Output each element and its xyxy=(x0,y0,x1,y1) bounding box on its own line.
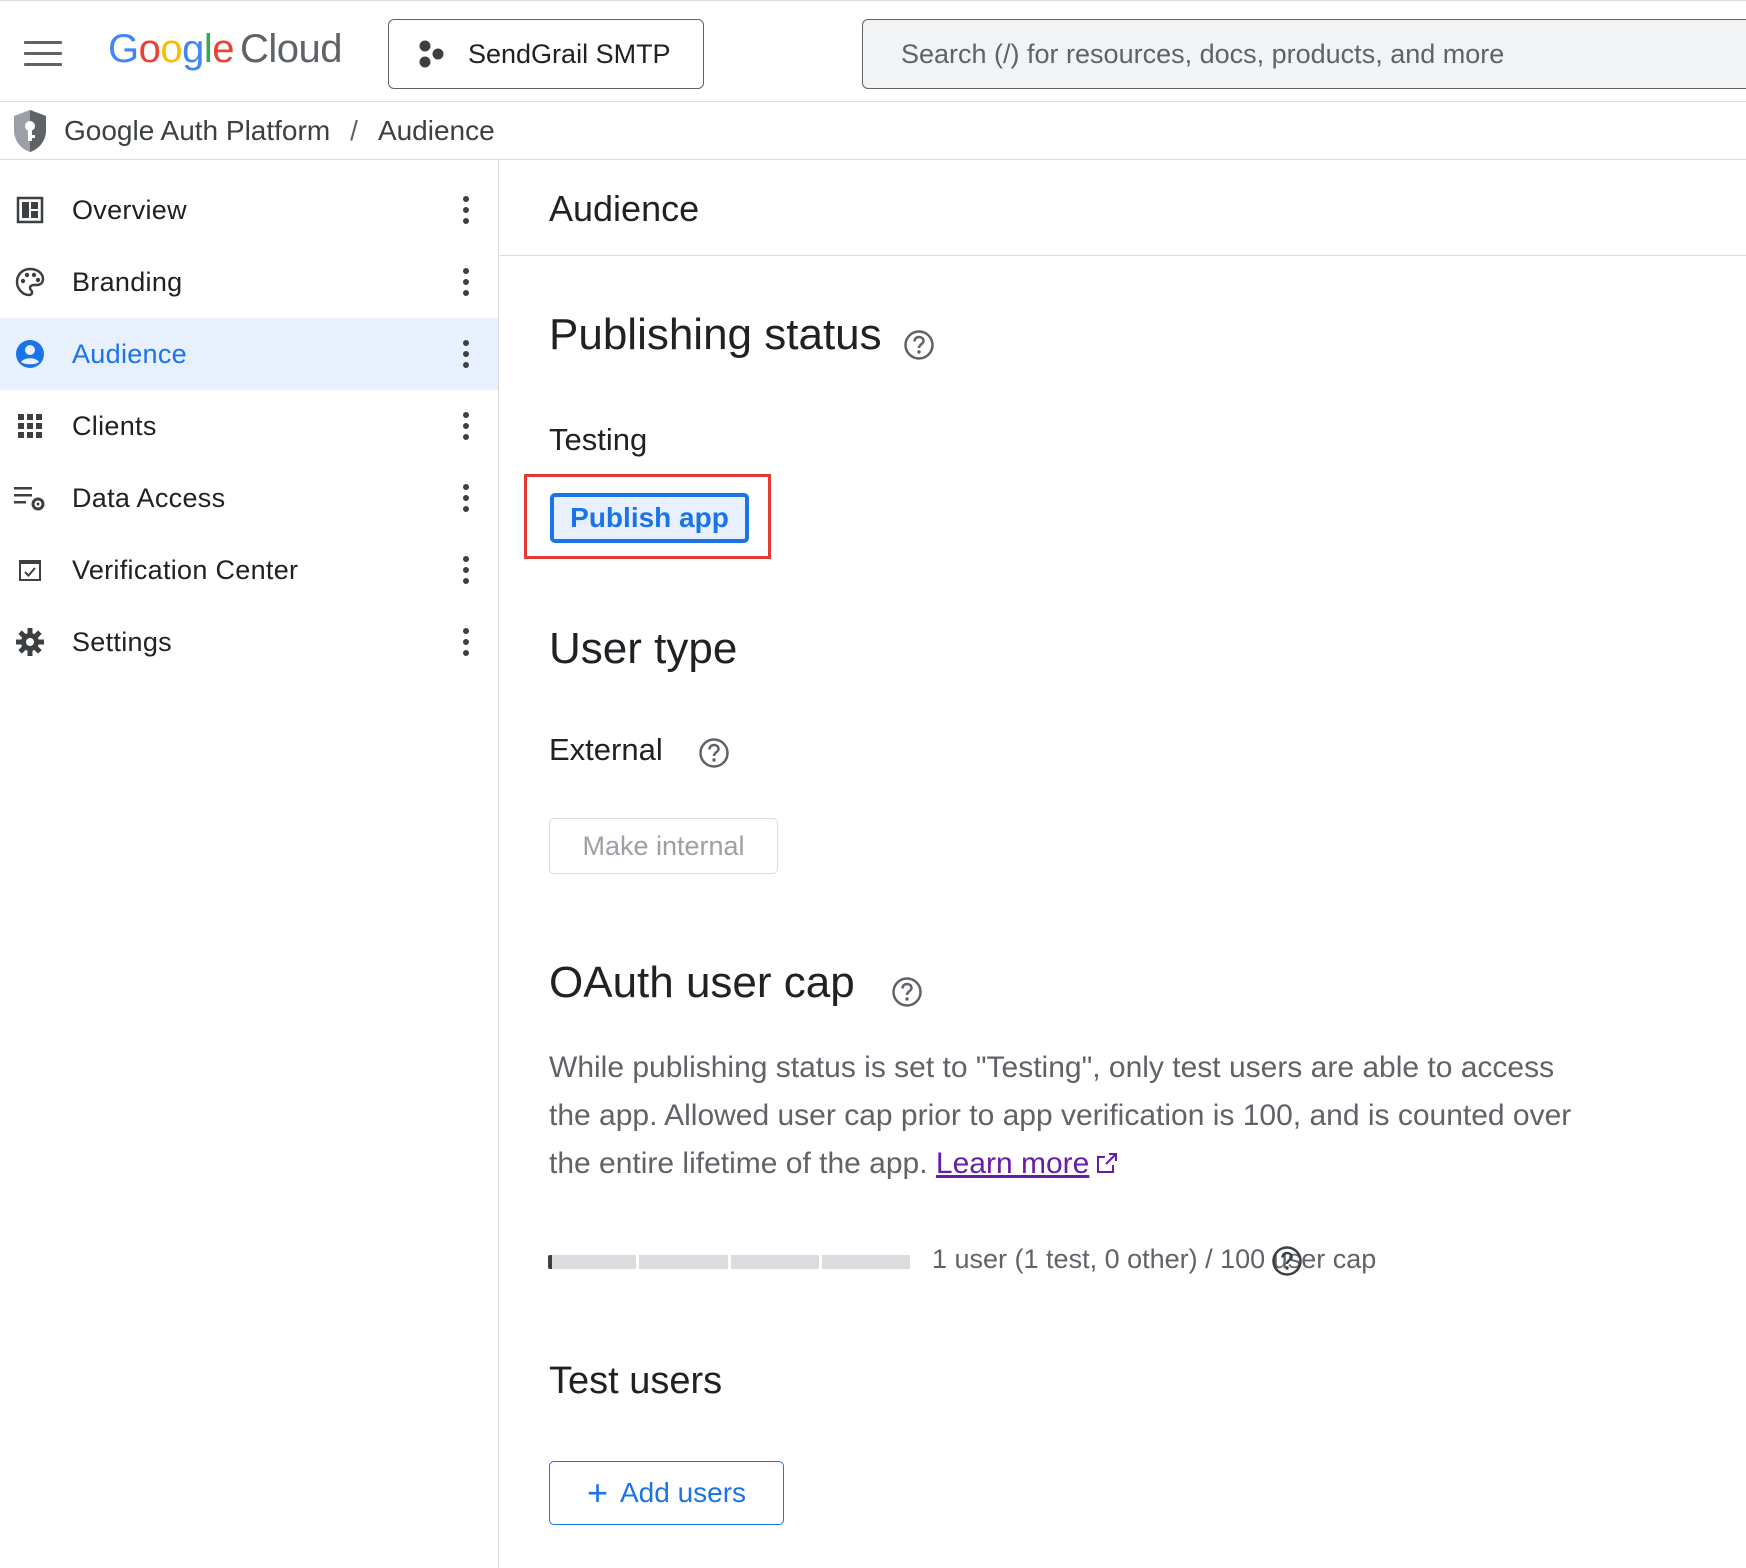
breadcrumb-product[interactable]: Google Auth Platform xyxy=(64,115,330,147)
project-hexagons-icon xyxy=(419,40,444,68)
user-type-heading: User type xyxy=(549,624,738,673)
project-name: SendGrail SMTP xyxy=(468,38,671,69)
make-internal-button[interactable]: Make internal xyxy=(549,818,778,874)
user-type-value: External xyxy=(549,732,663,767)
main-content: Audience Publishing status Testing Publi… xyxy=(500,160,1746,1568)
oauth-user-cap-heading: OAuth user cap xyxy=(549,958,855,1007)
search-input[interactable] xyxy=(862,19,1746,89)
dashboard-icon xyxy=(14,194,46,226)
add-users-button[interactable]: + Add users xyxy=(549,1461,784,1525)
sidebar: Overview Branding Audience Clients Data … xyxy=(0,160,499,1568)
page-header: Audience xyxy=(500,160,1746,256)
sidebar-item-label: Settings xyxy=(72,626,172,657)
sidebar-item-label: Overview xyxy=(72,194,187,225)
palette-icon xyxy=(14,266,46,298)
help-icon[interactable] xyxy=(891,976,923,1008)
sidebar-item-overview[interactable]: Overview xyxy=(0,174,498,246)
more-vert-icon[interactable] xyxy=(456,196,476,228)
user-cap-usage-text: 1 user (1 test, 0 other) / 100 user cap xyxy=(932,1244,1377,1274)
list-settings-icon xyxy=(14,482,46,514)
google-cloud-logo[interactable]: Google Cloud xyxy=(108,27,343,72)
test-users-heading: Test users xyxy=(549,1360,723,1402)
sidebar-item-clients[interactable]: Clients xyxy=(0,390,498,462)
breadcrumb-separator: / xyxy=(350,114,358,146)
learn-more-link[interactable]: Learn more xyxy=(936,1147,1089,1180)
sidebar-item-audience[interactable]: Audience xyxy=(0,318,498,390)
sidebar-item-branding[interactable]: Branding xyxy=(0,246,498,318)
learn-more-text: Learn more xyxy=(935,1147,1090,1180)
logo-cloud-text: Cloud xyxy=(240,27,343,71)
gear-icon xyxy=(14,626,46,658)
open-in-new-icon xyxy=(1097,1153,1118,1173)
sidebar-item-data-access[interactable]: Data Access xyxy=(0,462,498,534)
page-title: Audience xyxy=(549,188,700,229)
publishing-status-heading: Publishing status xyxy=(549,310,882,359)
top-app-bar: Google Cloud SendGrail SMTP xyxy=(0,0,1746,102)
more-vert-icon[interactable] xyxy=(456,268,476,300)
more-vert-icon[interactable] xyxy=(456,484,476,516)
shield-key-icon xyxy=(14,109,46,152)
help-icon[interactable] xyxy=(698,737,730,769)
sidebar-item-verification-center[interactable]: Verification Center xyxy=(0,534,498,606)
breadcrumb-current[interactable]: Audience xyxy=(378,115,495,147)
help-icon[interactable] xyxy=(903,329,935,361)
breadcrumb: Google Auth Platform / Audience xyxy=(0,102,1746,160)
more-vert-icon[interactable] xyxy=(456,628,476,660)
help-icon[interactable] xyxy=(1271,1245,1303,1277)
user-cap-progress-bar xyxy=(548,1255,910,1269)
more-vert-icon[interactable] xyxy=(456,412,476,444)
publishing-status-value: Testing xyxy=(549,422,648,457)
user-cap-progress-fill xyxy=(548,1255,552,1269)
sidebar-item-label: Verification Center xyxy=(72,554,299,585)
sidebar-item-label: Clients xyxy=(72,410,157,441)
logo-google-text: Google xyxy=(108,27,235,71)
add-icon: + xyxy=(586,1472,608,1513)
project-picker-button[interactable]: SendGrail SMTP xyxy=(388,19,704,89)
sidebar-item-label: Audience xyxy=(72,338,187,369)
publish-app-button[interactable]: Publish app xyxy=(550,493,749,543)
apps-grid-icon xyxy=(14,410,46,442)
sidebar-item-label: Branding xyxy=(72,266,183,297)
sidebar-item-settings[interactable]: Settings xyxy=(0,606,498,678)
account-circle-icon xyxy=(14,338,46,370)
oauth-cap-description: While publishing status is set to "Testi… xyxy=(549,1044,1589,1188)
more-vert-icon[interactable] xyxy=(456,556,476,588)
sidebar-item-label: Data Access xyxy=(72,482,226,513)
checkbox-icon xyxy=(14,554,46,586)
main-menu-icon[interactable] xyxy=(24,41,62,67)
add-users-label: Add users xyxy=(619,1477,747,1508)
more-vert-icon[interactable] xyxy=(456,340,476,372)
